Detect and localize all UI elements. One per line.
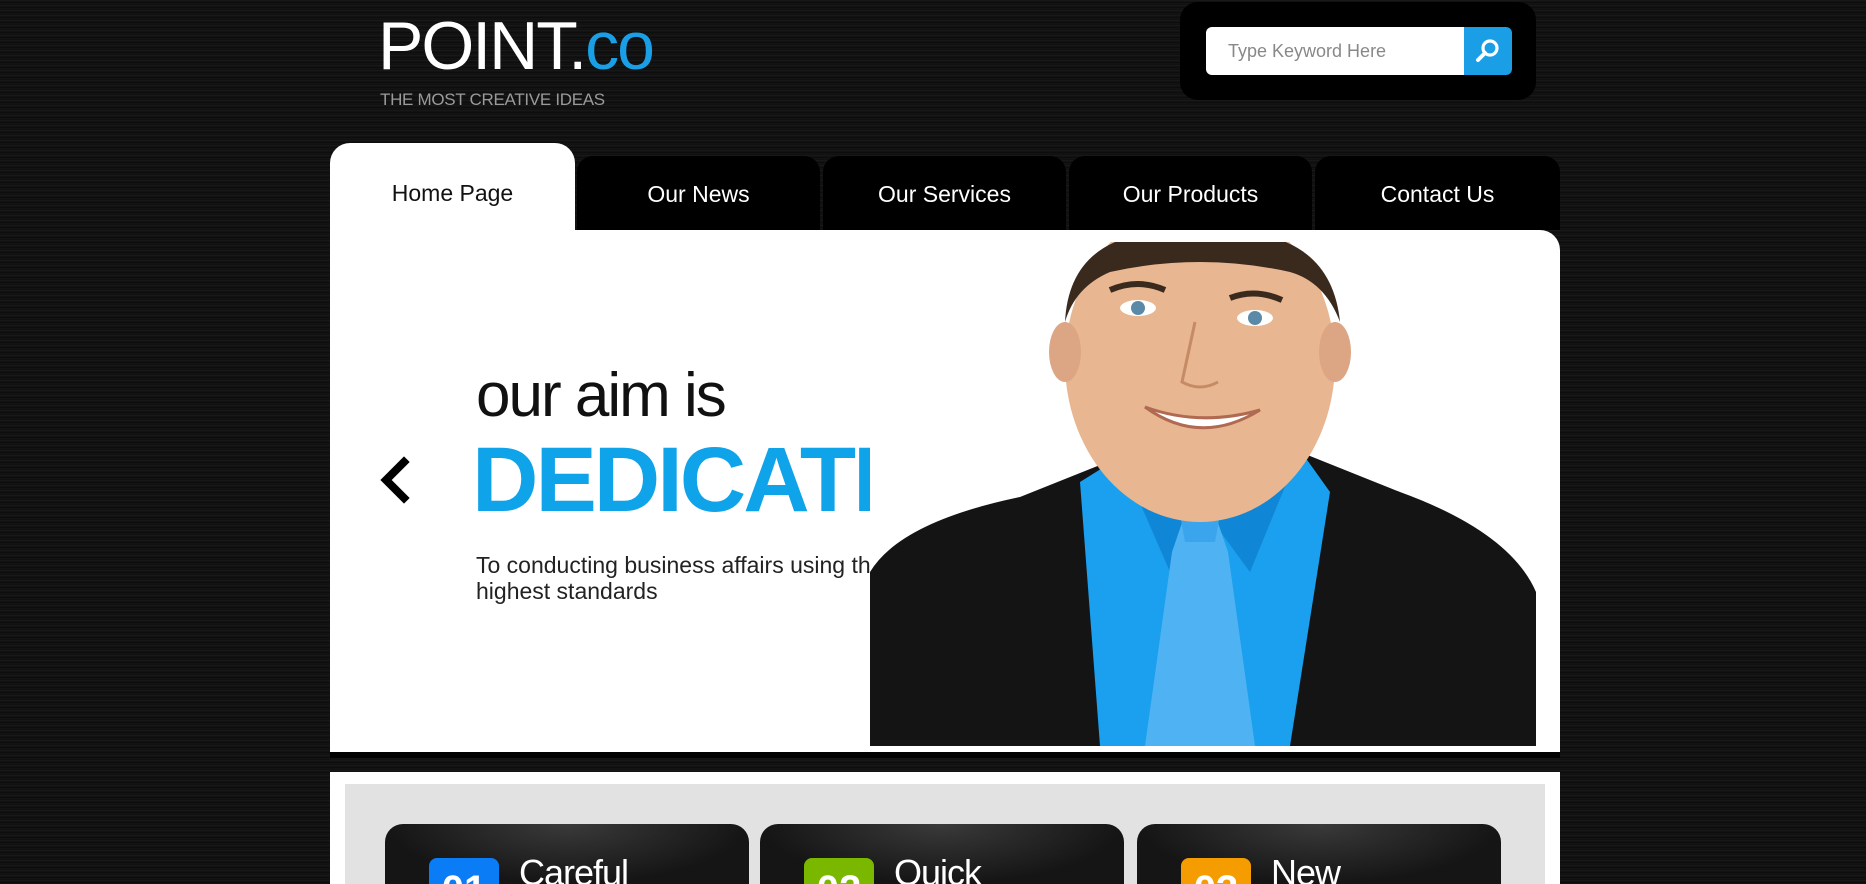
- search-box: [1180, 2, 1536, 100]
- search-input[interactable]: [1206, 27, 1464, 75]
- search-button[interactable]: [1464, 27, 1512, 75]
- feature-number: 02: [804, 858, 874, 884]
- feature-title: New: [1271, 852, 1341, 884]
- hero-heading: our aim is: [476, 361, 727, 430]
- logo-tagline: THE MOST CREATIVE IDEAS: [380, 90, 605, 109]
- hero-slider: our aim is DEDICATED To conducting busin…: [330, 230, 1560, 758]
- features-panel: 01 Careful 02 Quick 03 New: [345, 784, 1545, 884]
- slider-prev-button[interactable]: [376, 450, 426, 510]
- feature-card-new[interactable]: 03 New: [1137, 824, 1501, 884]
- chevron-left-icon: [380, 456, 410, 504]
- search-icon: [1476, 39, 1499, 62]
- nav-tab-products[interactable]: Our Products: [1069, 156, 1312, 230]
- logo-name: POINT.: [378, 8, 587, 84]
- hero-portrait-image: [870, 242, 1536, 746]
- nav-tab-home[interactable]: Home Page: [330, 143, 575, 230]
- feature-title: Quick: [894, 852, 982, 884]
- feature-card-careful[interactable]: 01 Careful: [385, 824, 749, 884]
- nav-tab-news[interactable]: Our News: [577, 156, 820, 230]
- hero-description: To conducting business affairs using the…: [476, 552, 884, 604]
- logo-accent: co: [585, 8, 655, 84]
- feature-number: 03: [1181, 858, 1251, 884]
- logo-wordmark: POINT.co: [378, 8, 655, 84]
- nav-tab-services[interactable]: Our Services: [823, 156, 1066, 230]
- features-section: 01 Careful 02 Quick 03 New: [330, 772, 1560, 884]
- feature-card-quick[interactable]: 02 Quick: [760, 824, 1124, 884]
- feature-number: 01: [429, 858, 499, 884]
- feature-title: Careful: [519, 852, 629, 884]
- page: POINT.co THE MOST CREATIVE IDEAS Home Pa…: [0, 0, 1866, 884]
- nav-tab-contact[interactable]: Contact Us: [1315, 156, 1560, 230]
- logo[interactable]: POINT.co THE MOST CREATIVE IDEAS: [378, 10, 678, 110]
